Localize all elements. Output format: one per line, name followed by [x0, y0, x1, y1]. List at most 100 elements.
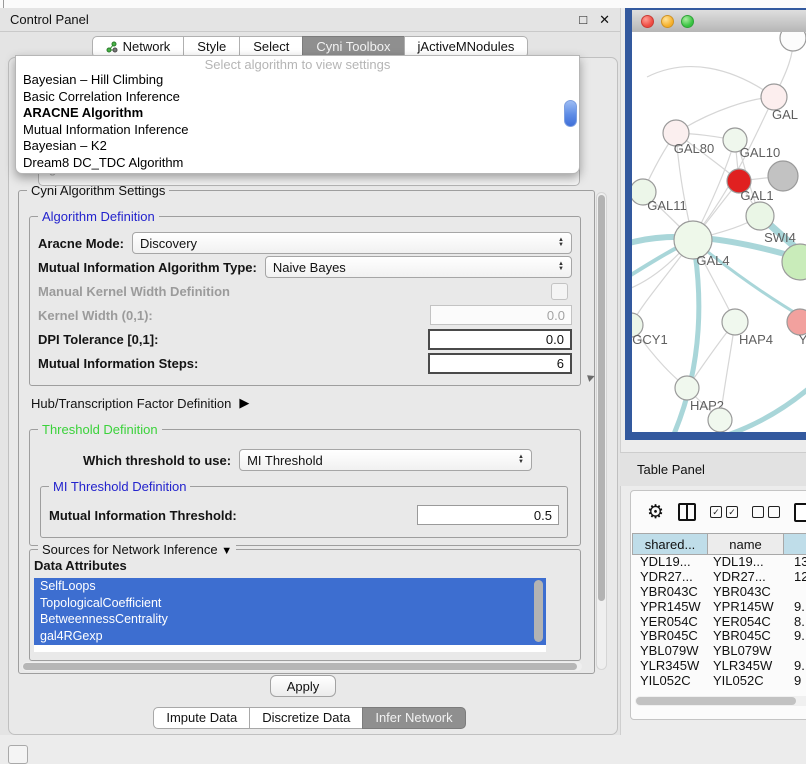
network-node-hap2[interactable]	[675, 376, 699, 400]
gear-icon[interactable]: ⚙	[647, 503, 664, 522]
apply-button[interactable]: Apply	[270, 675, 336, 697]
table-cell: YDR27...	[709, 570, 786, 585]
table-cell: YPR145W	[709, 600, 786, 615]
network-node[interactable]	[708, 408, 732, 432]
network-canvas[interactable]: GALGAL80GAL10GAL1GAL11SWI4GAL4GCY1HAP4YH…	[632, 32, 806, 432]
table-cell: YDL19...	[633, 555, 709, 570]
column-header-shared[interactable]: shared...	[632, 533, 708, 555]
network-node-swi4[interactable]	[746, 202, 774, 230]
network-node[interactable]	[768, 161, 798, 191]
zoom-traffic-light-icon[interactable]	[681, 15, 694, 28]
network-node-label: GAL4	[696, 253, 729, 268]
mi-type-combo[interactable]: Naive Bayes ▲▼	[265, 256, 572, 278]
table-cell: YBL079W	[633, 644, 709, 659]
settings-vertical-scrollbar[interactable]	[596, 192, 607, 670]
table-cell: YBR043C	[709, 585, 786, 600]
float-window-icon[interactable]: □	[579, 12, 587, 27]
sources-group-title[interactable]: Sources for Network Inference ▼	[38, 542, 236, 557]
kernel-width-input[interactable]	[430, 305, 572, 325]
table-horizontal-scrollbar[interactable]	[635, 696, 806, 706]
mi-threshold-input[interactable]	[417, 505, 559, 525]
network-node-label: HAP4	[739, 332, 773, 347]
table-cell: 9.	[786, 629, 805, 644]
table-row[interactable]: YDR27...YDR27...12	[633, 570, 806, 585]
network-node[interactable]	[782, 244, 806, 280]
split-columns-icon[interactable]	[678, 503, 696, 521]
attributes-scrollbar-thumb[interactable]	[534, 580, 543, 642]
table-row[interactable]: YPR145WYPR145W9.	[633, 600, 806, 615]
sources-group: Sources for Network Inference ▼ Data Att…	[29, 549, 581, 661]
data-attribute-item[interactable]: TopologicalCoefficient	[34, 595, 546, 612]
table-row[interactable]: YLR345WYLR345W9.	[633, 659, 806, 674]
cyni-algorithm-settings-group: Cyni Algorithm Settings Algorithm Defini…	[18, 190, 595, 674]
collapsed-panel-button[interactable]	[8, 745, 28, 764]
table-row[interactable]: YBR043CYBR043C	[633, 585, 806, 600]
table-cell: 9.	[786, 600, 805, 615]
data-attributes-list[interactable]: SelfLoopsTopologicalCoefficientBetweenne…	[34, 578, 546, 652]
export-table-icon[interactable]	[794, 503, 806, 522]
popup-scrollbar-thumb[interactable]	[564, 100, 577, 127]
network-window-titlebar[interactable]	[632, 10, 806, 33]
settings-horizontal-scrollbar[interactable]	[22, 662, 582, 671]
data-attribute-item[interactable]: BetweennessCentrality	[34, 611, 546, 628]
network-node-label: SWI4	[764, 230, 796, 245]
select-all-icon[interactable]: ✓✓	[710, 506, 738, 518]
algorithm-option[interactable]: Bayesian – K2	[16, 138, 579, 155]
data-attribute-item[interactable]: gal4RGexp	[34, 628, 546, 645]
control-panel-title: Control Panel	[10, 12, 89, 27]
manual-kernel-label: Manual Kernel Width Definition	[38, 284, 230, 299]
algorithm-option[interactable]: ARACNE Algorithm	[16, 105, 579, 122]
algorithm-dropdown-popup: Select algorithm to view settings Bayesi…	[15, 55, 580, 174]
which-threshold-combo[interactable]: MI Threshold ▲▼	[239, 449, 532, 471]
network-node-label: GAL11	[647, 198, 687, 213]
algorithm-option[interactable]: Dream8 DC_TDC Algorithm	[16, 155, 579, 172]
table-row[interactable]: YDL19...YDL19...13	[633, 555, 806, 570]
kernel-width-label: Kernel Width (0,1):	[38, 308, 153, 323]
network-node[interactable]	[780, 32, 806, 51]
table-row[interactable]: YBR045CYBR045C9.	[633, 629, 806, 644]
bottom-tabs: Impute Data Discretize Data Infer Networ…	[0, 707, 620, 729]
network-icon	[106, 41, 118, 53]
table-row[interactable]: YBL079WYBL079W	[633, 644, 806, 659]
threshold-definition-title: Threshold Definition	[38, 422, 162, 437]
mi-steps-input[interactable]	[428, 353, 572, 374]
table-row[interactable]: YER054CYER054C8.	[633, 615, 806, 630]
table-cell: YIL052C	[709, 674, 786, 689]
column-header-third[interactable]	[783, 533, 806, 555]
control-panel-titlebar: Control Panel □ ✕	[0, 8, 620, 32]
algorithm-option[interactable]: Mutual Information Inference	[16, 122, 579, 139]
column-header-name[interactable]: name	[707, 533, 784, 555]
minimize-traffic-light-icon[interactable]	[661, 15, 674, 28]
tab-infer-network[interactable]: Infer Network	[362, 707, 465, 729]
manual-kernel-checkbox[interactable]	[551, 283, 568, 300]
data-attribute-item[interactable]: SelfLoops	[34, 578, 546, 595]
algorithm-definition-group: Algorithm Definition Aracne Mode: Discov…	[29, 216, 581, 386]
table-cell: YBL079W	[709, 644, 786, 659]
algorithm-option[interactable]: Bayesian – Hill Climbing	[16, 72, 579, 89]
chevron-right-icon: ▶	[239, 395, 249, 411]
aracne-mode-label: Aracne Mode:	[38, 236, 124, 251]
table-toolbar: ⚙ ✓✓	[631, 491, 806, 533]
network-view-window[interactable]: GALGAL80GAL10GAL1GAL11SWI4GAL4GCY1HAP4YH…	[625, 8, 806, 440]
table-row[interactable]: YIL052CYIL052C9	[633, 674, 806, 689]
table-cell: 13	[786, 555, 806, 570]
table-cell: YPR145W	[633, 600, 709, 615]
dpi-tolerance-input[interactable]	[428, 329, 572, 350]
tab-discretize-data[interactable]: Discretize Data	[249, 707, 363, 729]
hub-definition-toggle[interactable]: Hub/Transcription Factor Definition ▶	[31, 395, 249, 411]
aracne-mode-combo[interactable]: Discovery ▲▼	[132, 232, 572, 254]
table-cell: 12	[786, 570, 806, 585]
table-cell: YLR345W	[633, 659, 709, 674]
table-cell: YLR345W	[709, 659, 786, 674]
data-attributes-label: Data Attributes	[34, 558, 127, 573]
close-traffic-light-icon[interactable]	[641, 15, 654, 28]
top-strip-tick	[3, 0, 4, 8]
mi-threshold-group-title: MI Threshold Definition	[49, 479, 190, 494]
tab-network-label: Network	[123, 37, 171, 57]
deselect-all-icon[interactable]	[752, 506, 780, 518]
close-window-icon[interactable]: ✕	[599, 12, 610, 28]
tab-impute-data[interactable]: Impute Data	[153, 707, 250, 729]
algorithm-option[interactable]: Basic Correlation Inference	[16, 89, 579, 106]
table-body: YDL19...YDL19...13YDR27...YDR27...12YBR0…	[633, 555, 806, 689]
which-threshold-value: MI Threshold	[247, 453, 323, 468]
